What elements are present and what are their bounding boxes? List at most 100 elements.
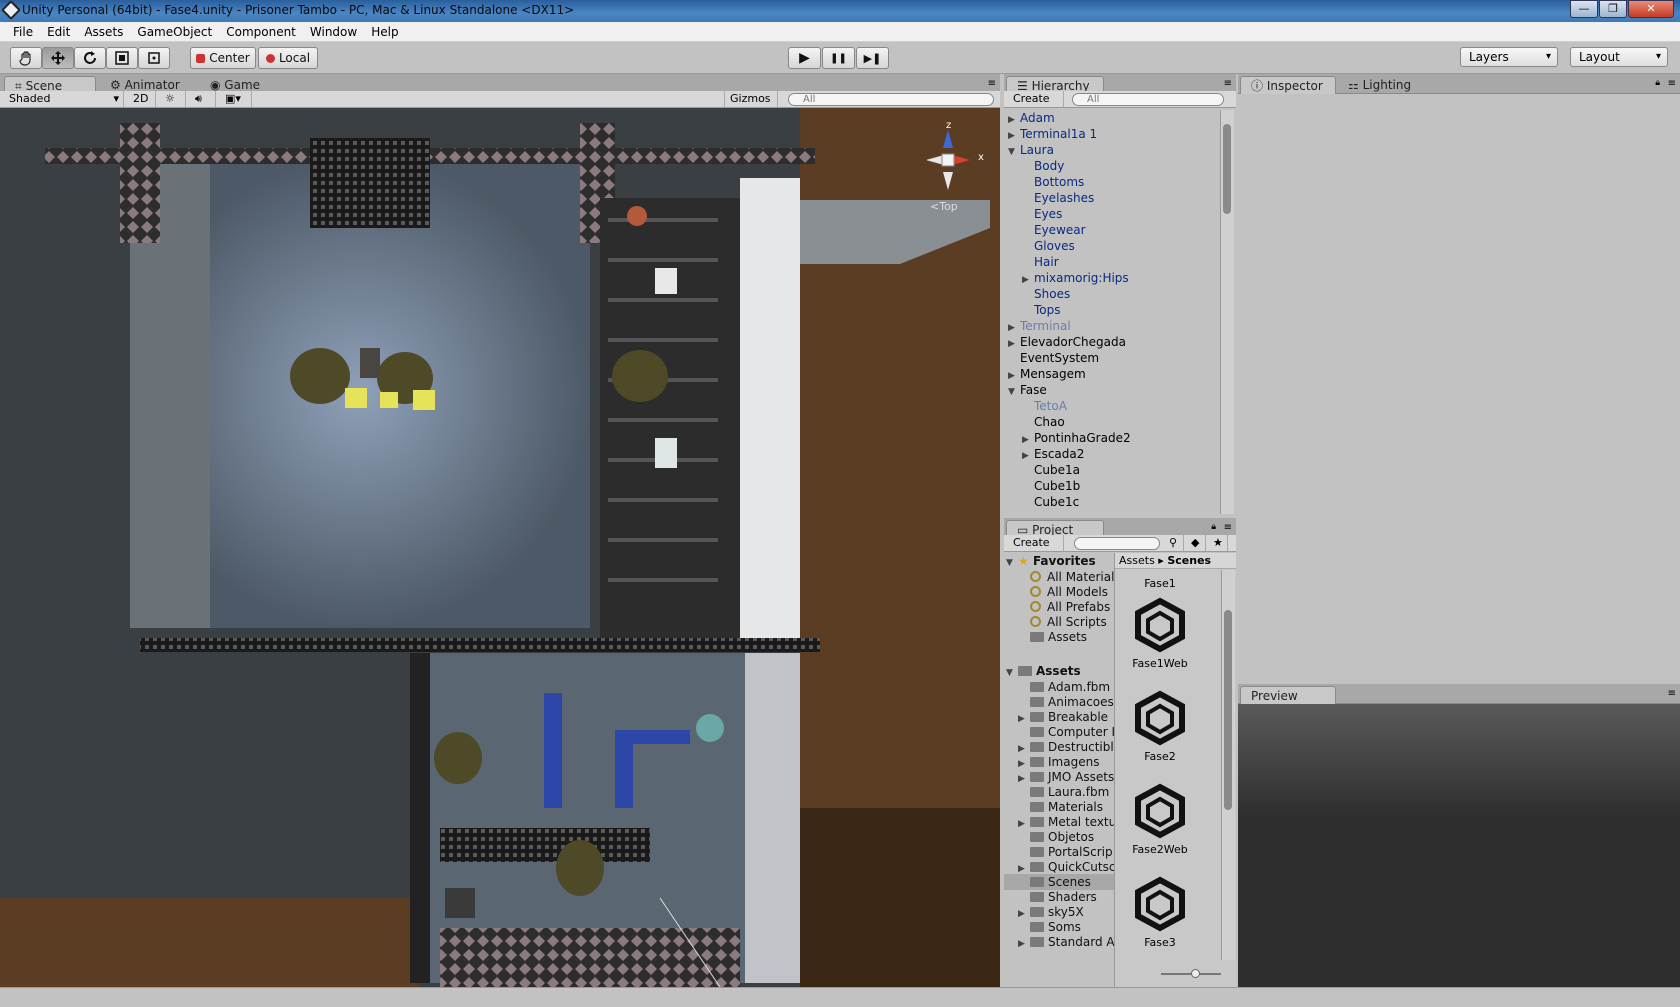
scene-asset[interactable]: Fase2 (1115, 690, 1205, 763)
maximize-button[interactable]: ❐ (1599, 0, 1627, 18)
favorite-item[interactable]: All Material (1030, 569, 1114, 585)
hierarchy-item[interactable]: Eyes (1022, 206, 1062, 222)
hierarchy-search-input[interactable]: All (1072, 93, 1224, 106)
layers-dropdown[interactable]: Layers (1460, 47, 1558, 67)
hierarchy-item[interactable]: Shoes (1022, 286, 1070, 302)
pivot-local-button[interactable]: Local (258, 47, 318, 69)
hierarchy-item[interactable]: Bottoms (1022, 174, 1084, 190)
folder-item[interactable]: Objetos (1018, 829, 1114, 845)
scale-tool-icon[interactable] (106, 47, 138, 69)
hierarchy-item[interactable]: EventSystem (1008, 350, 1099, 366)
panel-menu-icon[interactable]: ≡ (988, 78, 996, 89)
hierarchy-item[interactable]: ▶ Adam (1008, 110, 1055, 126)
hierarchy-item[interactable]: ▶ Terminal (1008, 318, 1071, 334)
menu-edit[interactable]: Edit (40, 22, 77, 41)
folder-item[interactable]: PortalScrip (1018, 844, 1114, 860)
lock-icon[interactable]: 🔒︎ (1211, 522, 1216, 532)
hierarchy-item[interactable]: Tops (1022, 302, 1061, 318)
folder-item[interactable]: ▶ QuickCutsc (1018, 859, 1114, 875)
hierarchy-scrollbar[interactable] (1220, 110, 1234, 514)
hierarchy-item[interactable]: Cube1b (1022, 478, 1080, 494)
project-create-dropdown[interactable]: Create ▾ (1008, 535, 1064, 565)
folder-item[interactable]: ▶ sky5X (1018, 904, 1114, 920)
scene-asset[interactable]: Fase3 (1115, 876, 1205, 949)
rotate-tool-icon[interactable] (74, 47, 106, 69)
lock-icon[interactable]: 🔒︎ (1655, 78, 1660, 88)
scene-viewport[interactable]: z x <Top (0, 108, 1000, 987)
filter-label-icon[interactable]: ◆ (1186, 535, 1206, 551)
filter-type-icon[interactable]: ⚲ (1164, 535, 1184, 551)
folder-item[interactable]: Soms (1018, 919, 1114, 935)
panel-menu-icon[interactable]: ≡ (1224, 522, 1232, 533)
asset-grid-scroll-thumb[interactable] (1224, 610, 1232, 810)
hand-tool-icon[interactable] (10, 47, 42, 69)
hierarchy-item[interactable]: ▶ mixamorig:Hips (1022, 270, 1129, 286)
tab-preview[interactable]: Preview (1240, 686, 1336, 704)
hierarchy-item[interactable]: Eyelashes (1022, 190, 1094, 206)
favorite-star-icon[interactable]: ★ (1208, 535, 1228, 551)
layout-dropdown[interactable]: Layout (1570, 47, 1668, 67)
asset-grid-scrollbar[interactable] (1221, 570, 1235, 960)
hierarchy-item[interactable]: ▶ PontinhaGrade2 (1022, 430, 1131, 446)
breadcrumb-scenes[interactable]: Scenes (1167, 554, 1211, 567)
panel-menu-icon[interactable]: ≡ (1224, 78, 1232, 89)
folder-item[interactable]: Animacoes (1018, 694, 1114, 710)
shading-mode-dropdown[interactable]: Shaded ▾ (4, 91, 124, 107)
menu-gameobject[interactable]: GameObject (130, 22, 219, 41)
effects-toggle-icon[interactable]: ▣▾ (220, 91, 252, 107)
menu-component[interactable]: Component (219, 22, 303, 41)
icon-size-slider-handle[interactable] (1191, 969, 1200, 978)
hierarchy-item[interactable]: Gloves (1022, 238, 1075, 254)
hierarchy-scroll-thumb[interactable] (1223, 124, 1231, 214)
audio-toggle-icon[interactable]: 🔊︎ (190, 91, 216, 107)
menu-file[interactable]: File (6, 22, 40, 41)
folder-item[interactable]: ▶ Breakable (1018, 709, 1114, 725)
tab-inspector[interactable]: ⓘ Inspector (1240, 76, 1336, 94)
folder-item[interactable]: ▶ Imagens (1018, 754, 1114, 770)
folder-item[interactable]: Shaders (1018, 889, 1114, 905)
favorite-item[interactable]: All Scripts (1030, 614, 1107, 630)
breadcrumb-assets[interactable]: Assets (1119, 554, 1155, 567)
hierarchy-item[interactable]: Body (1022, 158, 1064, 174)
folder-item[interactable]: ▶ JMO Assets (1018, 769, 1114, 785)
hierarchy-item[interactable]: Chao (1022, 414, 1065, 430)
hierarchy-item[interactable]: ▼ Fase (1008, 382, 1047, 398)
step-button[interactable]: ▶❚ (856, 47, 889, 69)
expand-arrow-icon[interactable]: ▶ (1018, 936, 1030, 952)
tab-lighting[interactable]: ⚏ Lighting (1338, 76, 1421, 94)
menu-help[interactable]: Help (364, 22, 405, 41)
scene-asset[interactable]: Fase1Web (1115, 597, 1205, 670)
2d-toggle[interactable]: 2D (128, 91, 156, 107)
favorite-item[interactable]: All Models (1030, 584, 1108, 600)
hierarchy-item[interactable]: ▶ Terminal1a 1 (1008, 126, 1097, 142)
panel-menu-icon[interactable]: ≡ (1668, 688, 1676, 699)
folder-item[interactable]: Materials (1018, 799, 1114, 815)
move-tool-icon[interactable] (42, 47, 74, 69)
expand-arrow-icon[interactable]: ▼ (1008, 384, 1020, 400)
expand-arrow-icon[interactable]: ▼ (1008, 144, 1020, 160)
folder-item[interactable]: Computer I (1018, 724, 1114, 740)
close-button[interactable]: ✕ (1628, 0, 1674, 18)
hierarchy-item[interactable]: ▶ Mensagem (1008, 366, 1086, 382)
favorites-header[interactable]: ▼ ★ Favorites (1006, 553, 1096, 569)
play-button[interactable]: ▶ (788, 47, 821, 69)
pause-button[interactable]: ❚❚ (822, 47, 855, 69)
rect-tool-icon[interactable] (138, 47, 170, 69)
hierarchy-item[interactable]: ▶ ElevadorChegada (1008, 334, 1126, 350)
folder-item[interactable]: ▶ Metal textu (1018, 814, 1114, 830)
hierarchy-item[interactable]: Eyewear (1022, 222, 1086, 238)
folder-item[interactable]: ▶ Destructibl (1018, 739, 1114, 755)
hierarchy-item[interactable]: ▶ Escada2 (1022, 446, 1084, 462)
lighting-toggle-icon[interactable]: ☼ (160, 91, 186, 107)
hierarchy-item[interactable]: ▼ Laura (1008, 142, 1054, 158)
hierarchy-item[interactable]: TetoA (1022, 398, 1067, 414)
pivot-center-button[interactable]: Center (190, 47, 256, 69)
asset-fase1[interactable]: Fase1 (1115, 577, 1205, 590)
minimize-button[interactable]: — (1570, 0, 1598, 18)
hierarchy-item[interactable]: Hair (1022, 254, 1059, 270)
assets-root[interactable]: ▼ Assets (1006, 663, 1081, 679)
scene-search-input[interactable]: All (788, 93, 994, 106)
folder-item[interactable]: Laura.fbm (1018, 784, 1114, 800)
scene-asset[interactable]: Fase2Web (1115, 783, 1205, 856)
folder-item[interactable]: Adam.fbm (1018, 679, 1114, 695)
